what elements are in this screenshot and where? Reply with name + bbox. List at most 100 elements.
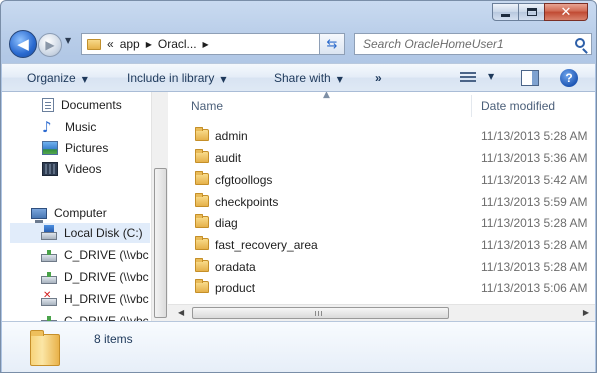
breadcrumb-oracle[interactable]: Oracl... xyxy=(158,37,197,51)
folder-icon xyxy=(87,38,101,50)
search-box[interactable]: Search OracleHomeUser1 xyxy=(354,33,592,55)
sidebar-item-computer[interactable]: Computer xyxy=(31,203,107,223)
command-bar: Organize ▼ Include in library ▼ Share with… xyxy=(2,63,595,92)
file-row-admin[interactable]: admin 11/13/2013 5:28 AM xyxy=(168,125,595,146)
column-headers: ▲ Name Date modified xyxy=(168,92,595,118)
file-name: cfgtoollogs xyxy=(215,173,273,187)
sidebar-item-local-disk[interactable]: Local Disk (C:) xyxy=(10,223,150,243)
back-arrow-icon: ◀ xyxy=(17,35,29,53)
share-with-menu[interactable]: Share with ▼ xyxy=(274,71,343,85)
forward-button[interactable]: ▶ xyxy=(38,33,62,57)
search-icon[interactable] xyxy=(575,38,585,48)
share-with-label: Share with xyxy=(274,71,331,85)
breadcrumb-overflow[interactable]: « xyxy=(107,37,114,51)
file-row-product[interactable]: product 11/13/2013 5:06 AM xyxy=(168,277,595,298)
folder-icon xyxy=(195,127,209,141)
network-drive-icon xyxy=(41,250,57,262)
chevron-down-icon: ▼ xyxy=(81,75,88,84)
sidebar-item-label: Music xyxy=(65,120,97,134)
organize-label: Organize xyxy=(27,71,76,85)
navigation-row: ◀ ▶ ▼ « app ▶ Oracl... ▶ ▼ ⇆ Search Orac… xyxy=(7,30,592,58)
file-list-pane: ▲ Name Date modified admin 11/13/2013 5:… xyxy=(168,92,595,321)
computer-icon xyxy=(31,207,47,223)
sidebar-item-label: D_DRIVE (\\vbc xyxy=(64,270,149,284)
details-pane: 8 items xyxy=(2,321,595,372)
address-bar[interactable]: « app ▶ Oracl... ▶ ▼ xyxy=(81,33,343,55)
network-drive-disconnected-icon xyxy=(41,290,57,306)
close-button[interactable]: ✕ xyxy=(544,3,588,21)
breadcrumb-app[interactable]: app xyxy=(120,37,140,51)
search-input[interactable]: Search OracleHomeUser1 xyxy=(363,37,504,51)
file-name: audit xyxy=(215,151,242,165)
breadcrumb-separator-icon[interactable]: ▶ xyxy=(146,40,152,49)
file-row-oradata[interactable]: oradata 11/13/2013 5:28 AM xyxy=(168,256,595,277)
folder-icon xyxy=(195,214,209,228)
column-header-date-modified[interactable]: Date modified xyxy=(481,99,555,113)
explorer-window: ✕ ◀ ▶ ▼ « app ▶ Oracl... ▶ ▼ ⇆ Search Or… xyxy=(0,0,597,373)
file-name: diag xyxy=(215,216,238,230)
sidebar-item-c-drive[interactable]: C_DRIVE (\\vbc xyxy=(41,245,149,265)
folder-icon xyxy=(30,330,60,366)
preview-pane-icon[interactable] xyxy=(521,70,539,86)
file-date: 11/13/2013 5:28 AM xyxy=(481,216,588,230)
item-count: 8 items xyxy=(94,332,133,346)
file-name: admin xyxy=(215,129,248,143)
horizontal-scrollbar-thumb[interactable] xyxy=(192,307,449,319)
content-area: Documents ♪ Music Pictures Videos Comput… xyxy=(2,92,595,328)
column-header-name[interactable]: Name xyxy=(191,99,223,113)
file-date: 11/13/2013 5:59 AM xyxy=(481,195,588,209)
sidebar-item-label: Videos xyxy=(65,162,102,176)
videos-icon xyxy=(42,162,58,176)
file-name: product xyxy=(215,281,256,295)
sidebar-item-label: Local Disk (C:) xyxy=(64,226,143,240)
scroll-left-icon[interactable]: ◀ xyxy=(178,308,184,317)
folder-icon xyxy=(195,171,209,185)
minimize-button[interactable] xyxy=(492,3,519,21)
file-date: 11/13/2013 5:42 AM xyxy=(481,173,588,187)
help-icon[interactable]: ? xyxy=(560,69,578,87)
change-view-icon[interactable] xyxy=(460,72,476,84)
view-options-dropdown[interactable]: ▼ xyxy=(488,72,494,81)
refresh-button[interactable]: ⇆ xyxy=(319,33,345,55)
sidebar-item-pictures[interactable]: Pictures xyxy=(42,138,108,158)
horizontal-scrollbar[interactable]: ◀ ▶ xyxy=(168,304,595,321)
file-row-fast-recovery-area[interactable]: fast_recovery_area 11/13/2013 5:28 AM xyxy=(168,234,595,255)
organize-menu[interactable]: Organize ▼ xyxy=(27,71,88,85)
folder-icon xyxy=(195,236,209,250)
more-commands-button[interactable]: » xyxy=(375,71,382,85)
folder-icon xyxy=(195,149,209,163)
maximize-button[interactable] xyxy=(518,3,545,21)
file-name: oradata xyxy=(215,260,256,274)
refresh-icon: ⇆ xyxy=(326,36,338,52)
sidebar-item-label: Computer xyxy=(54,206,107,220)
scroll-right-icon[interactable]: ▶ xyxy=(583,308,589,317)
sidebar-item-h-drive[interactable]: H_DRIVE (\\vbc xyxy=(41,289,149,309)
documents-icon xyxy=(42,98,54,112)
chevron-down-icon: ▼ xyxy=(336,75,343,84)
navigation-pane: Documents ♪ Music Pictures Videos Comput… xyxy=(2,92,168,328)
recent-pages-dropdown[interactable]: ▼ xyxy=(65,36,71,45)
sort-ascending-icon: ▲ xyxy=(323,92,330,100)
minimize-icon xyxy=(501,13,510,17)
include-in-library-menu[interactable]: Include in library ▼ xyxy=(127,71,227,85)
maximize-icon xyxy=(526,8,537,16)
breadcrumb-separator-icon[interactable]: ▶ xyxy=(203,40,209,49)
network-drive-icon xyxy=(41,272,57,284)
forward-arrow-icon: ▶ xyxy=(45,38,55,52)
file-row-audit[interactable]: audit 11/13/2013 5:36 AM xyxy=(168,147,595,168)
sidebar-scrollbar-thumb[interactable] xyxy=(154,168,167,318)
sidebar-item-label: Pictures xyxy=(65,141,109,155)
file-row-diag[interactable]: diag 11/13/2013 5:28 AM xyxy=(168,212,595,233)
back-button[interactable]: ◀ xyxy=(9,30,37,58)
file-row-cfgtoollogs[interactable]: cfgtoollogs 11/13/2013 5:42 AM xyxy=(168,169,595,190)
sidebar-scrollbar[interactable] xyxy=(151,92,168,321)
file-name: checkpoints xyxy=(215,195,279,209)
sidebar-item-documents[interactable]: Documents xyxy=(42,95,122,115)
sidebar-item-music[interactable]: ♪ Music xyxy=(42,117,96,137)
column-divider[interactable] xyxy=(471,95,472,117)
sidebar-item-videos[interactable]: Videos xyxy=(42,159,101,179)
folder-icon xyxy=(195,258,209,272)
pictures-icon xyxy=(42,141,58,155)
file-row-checkpoints[interactable]: checkpoints 11/13/2013 5:59 AM xyxy=(168,191,595,212)
sidebar-item-d-drive[interactable]: D_DRIVE (\\vbc xyxy=(41,267,149,287)
